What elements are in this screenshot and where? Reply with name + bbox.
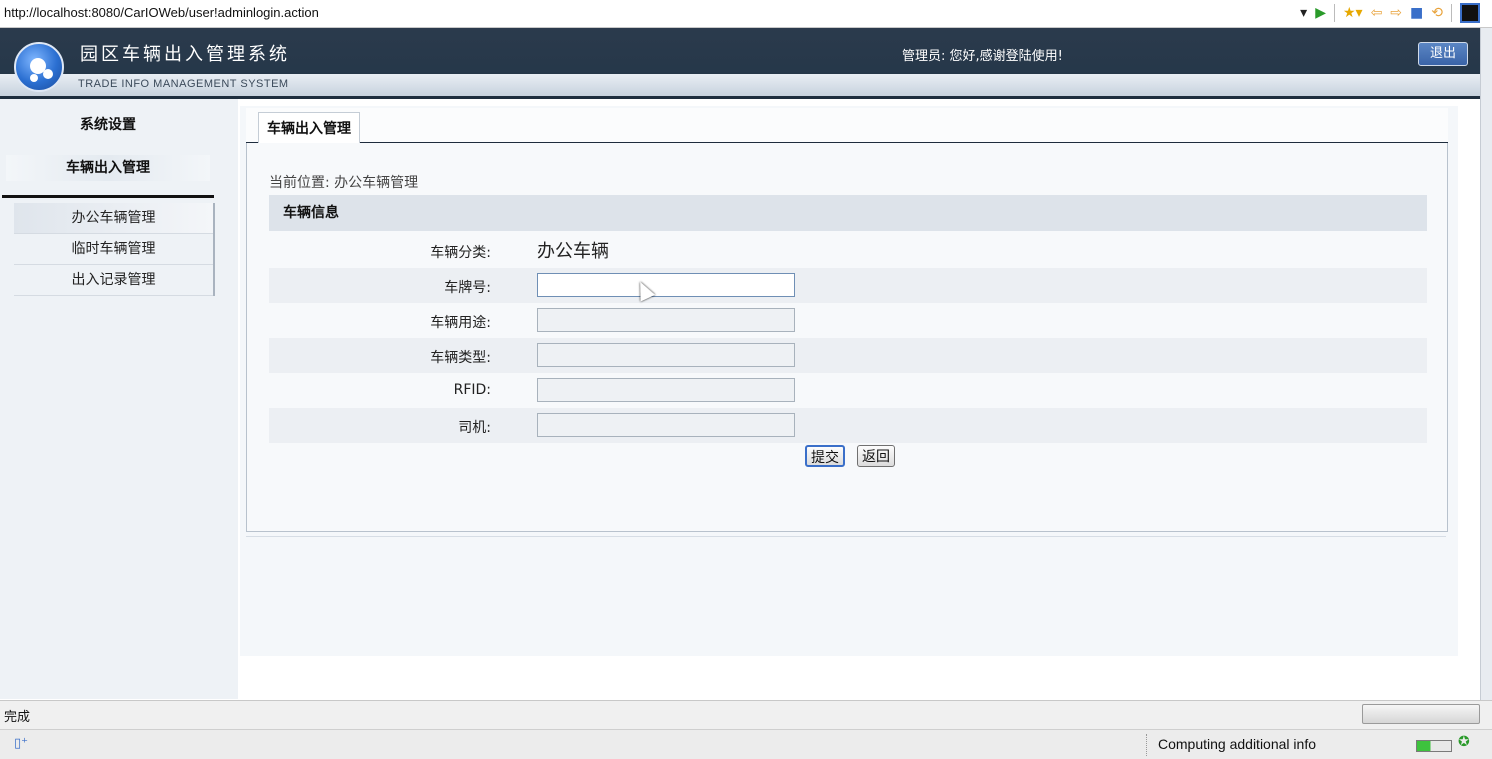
tab-vehicle-io[interactable]: 车辆出入管理 xyxy=(258,112,360,143)
submit-button[interactable]: 提交 xyxy=(805,445,845,467)
vehicle-form: 车辆分类: 办公车辆 车牌号: 车辆用途: 车辆类型: RFID: 司机: xyxy=(269,233,1427,443)
form-row-type: 车辆类型: xyxy=(269,338,1427,373)
type-label: 车辆类型: xyxy=(430,350,491,366)
logout-button[interactable]: 退出 xyxy=(1418,42,1468,66)
usage-input[interactable] xyxy=(537,308,795,332)
addon-icon[interactable]: ▯⁺ xyxy=(14,736,28,751)
toolbar-divider xyxy=(1333,4,1335,22)
forward-icon[interactable]: ⇨ xyxy=(1390,3,1402,23)
back-icon[interactable]: ⇦ xyxy=(1371,3,1383,23)
play-icon[interactable]: ▶ xyxy=(1315,3,1326,23)
form-row-driver: 司机: xyxy=(269,408,1427,443)
status-progress-bar xyxy=(1362,704,1480,724)
form-row-plate: 车牌号: xyxy=(269,268,1427,303)
usage-label: 车辆用途: xyxy=(430,315,491,331)
sidebar-item-access-records[interactable]: 出入记录管理 xyxy=(14,265,213,296)
window-icon[interactable] xyxy=(1460,3,1480,23)
addon-divider xyxy=(1146,734,1148,756)
dropdown-icon[interactable]: ▾ xyxy=(1300,3,1307,23)
content-area: 当前位置: 办公车辆管理 车辆信息 车辆分类: 办公车辆 车牌号: 车辆用途: … xyxy=(246,143,1448,532)
status-done-text: 完成 xyxy=(4,710,31,725)
form-row-rfid: RFID: xyxy=(269,373,1427,408)
category-label: 车辆分类: xyxy=(430,245,491,261)
rfid-label: RFID: xyxy=(453,382,491,398)
form-row-category: 车辆分类: 办公车辆 xyxy=(269,233,1427,268)
form-row-usage: 车辆用途: xyxy=(269,303,1427,338)
address-url[interactable]: http://localhost:8080/CarIOWeb/user!admi… xyxy=(4,5,319,20)
form-actions: 提交 返回 xyxy=(805,445,895,467)
sidebar-system-settings[interactable]: 系统设置 xyxy=(0,114,216,134)
stop-icon[interactable]: ■ xyxy=(1410,3,1423,23)
type-input[interactable] xyxy=(537,343,795,367)
sidebar-section-vehicle-io[interactable]: 车辆出入管理 xyxy=(6,155,210,181)
page-scrollbar[interactable] xyxy=(1480,28,1492,700)
addon-bar: ▯⁺ Computing additional info ✪ xyxy=(0,729,1492,759)
app-title: 园区车辆出入管理系统 xyxy=(80,44,290,65)
sidebar: 系统设置 车辆出入管理 办公车辆管理 临时车辆管理 出入记录管理 xyxy=(0,99,238,699)
section-title: 车辆信息 xyxy=(269,195,1427,231)
main-panel: 车辆出入管理 当前位置: 办公车辆管理 车辆信息 车辆分类: 办公车辆 车牌号:… xyxy=(240,106,1458,656)
sidebar-divider xyxy=(2,195,214,198)
rfid-input[interactable] xyxy=(537,378,795,402)
globe-icon[interactable]: ✪ xyxy=(1458,734,1470,750)
admin-greeting: 管理员: 您好,感谢登陆使用! xyxy=(902,49,1063,64)
sidebar-item-temporary-vehicles[interactable]: 临时车辆管理 xyxy=(14,234,213,265)
battery-icon xyxy=(1416,740,1452,752)
browser-address-bar[interactable]: http://localhost:8080/CarIOWeb/user!admi… xyxy=(0,0,1492,28)
refresh-icon[interactable]: ⟲ xyxy=(1431,3,1443,23)
toolbar-divider xyxy=(1451,4,1452,22)
plate-label: 车牌号: xyxy=(444,280,491,296)
category-value: 办公车辆 xyxy=(537,241,609,262)
sidebar-item-office-vehicles[interactable]: 办公车辆管理 xyxy=(14,203,213,234)
driver-input[interactable] xyxy=(537,413,795,437)
status-info-text: Computing additional info xyxy=(1158,736,1316,752)
status-bar: 完成 xyxy=(0,700,1492,729)
tab-strip: 车辆出入管理 xyxy=(246,108,1448,144)
star-icon[interactable]: ★▾ xyxy=(1343,3,1363,23)
sidebar-menu: 办公车辆管理 临时车辆管理 出入记录管理 xyxy=(14,203,215,296)
app-subtitle: TRADE INFO MANAGEMENT SYSTEM xyxy=(78,78,289,90)
driver-label: 司机: xyxy=(458,420,491,436)
logo-icon xyxy=(14,42,64,92)
back-button[interactable]: 返回 xyxy=(857,445,895,467)
app-header: 园区车辆出入管理系统 TRADE INFO MANAGEMENT SYSTEM … xyxy=(0,28,1480,99)
breadcrumb: 当前位置: 办公车辆管理 xyxy=(269,175,419,191)
lower-panel xyxy=(246,536,1446,649)
plate-input[interactable] xyxy=(537,273,795,297)
browser-toolbar: ▾ ▶ ★▾ ⇦ ⇨ ■ ⟲ xyxy=(1300,3,1480,23)
